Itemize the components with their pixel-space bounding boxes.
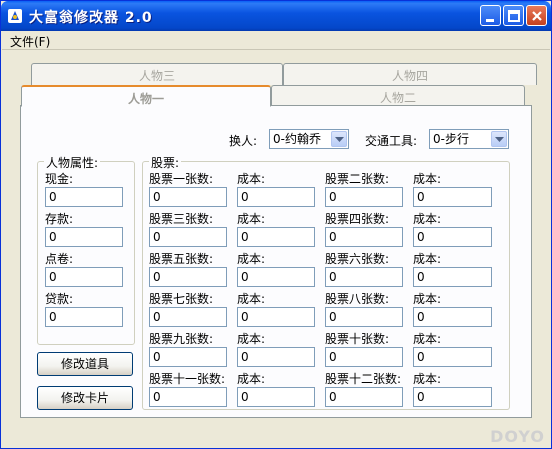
chevron-down-icon[interactable] <box>491 131 507 147</box>
points-input[interactable]: 0 <box>45 267 123 287</box>
stock-2-count-input[interactable]: 0 <box>325 187 403 207</box>
stock-1-cost-input[interactable]: 0 <box>237 187 315 207</box>
stock-3-count-input[interactable]: 0 <box>149 227 227 247</box>
vehicle-select[interactable]: 0-步行 <box>429 129 509 149</box>
window-title: 大富翁修改器 2.0 <box>29 10 153 26</box>
person-label: 换人: <box>229 134 258 148</box>
modify-items-button[interactable]: 修改道具 <box>37 352 133 376</box>
stock-5-count-input[interactable]: 0 <box>149 267 227 287</box>
stock-11-count-input[interactable]: 0 <box>149 387 227 407</box>
loan-label: 贷款: <box>45 292 74 306</box>
stock-6-count-input[interactable]: 0 <box>325 267 403 287</box>
stock-9-cost-input[interactable]: 0 <box>237 347 315 367</box>
tab-person-2[interactable]: 人物二 <box>271 85 525 106</box>
stock-6-label: 股票六张数: <box>325 252 390 266</box>
deposit-label: 存款: <box>45 212 74 226</box>
tab-person-4[interactable]: 人物四 <box>283 63 537 85</box>
person-select-value: 0-约翰乔 <box>273 132 321 146</box>
menu-file[interactable]: 文件(F) <box>10 33 50 50</box>
stock-8-label: 股票八张数: <box>325 292 390 306</box>
stock-8-cost-input[interactable]: 0 <box>413 307 492 327</box>
maximize-icon <box>508 10 520 22</box>
stock-10-count-input[interactable]: 0 <box>325 347 403 367</box>
deposit-input[interactable]: 0 <box>45 227 123 247</box>
stock-5-cost-label: 成本: <box>237 252 266 266</box>
stock-5-cost-input[interactable]: 0 <box>237 267 315 287</box>
close-icon <box>532 11 542 21</box>
stock-10-label: 股票十张数: <box>325 332 390 346</box>
person-select[interactable]: 0-约翰乔 <box>269 129 349 149</box>
attributes-title: 人物属性: <box>44 154 101 171</box>
stock-7-label: 股票七张数: <box>149 292 214 306</box>
chevron-down-icon[interactable] <box>331 131 347 147</box>
stock-6-cost-label: 成本: <box>413 252 442 266</box>
stock-7-cost-input[interactable]: 0 <box>237 307 315 327</box>
cash-input[interactable]: 0 <box>45 187 123 207</box>
menu-bar: 文件(F) <box>2 31 550 50</box>
stock-11-cost-label: 成本: <box>237 372 266 386</box>
points-label: 点卷: <box>45 252 74 266</box>
stock-4-count-input[interactable]: 0 <box>325 227 403 247</box>
stock-8-count-input[interactable]: 0 <box>325 307 403 327</box>
stock-9-count-input[interactable]: 0 <box>149 347 227 367</box>
tab-panel: 换人: 0-约翰乔 交通工具: 0-步行 人物属性: 现金: 0 存款: 0 点… <box>20 105 532 418</box>
tab-person-3[interactable]: 人物三 <box>31 63 283 85</box>
stock-9-cost-label: 成本: <box>237 332 266 346</box>
stock-9-label: 股票九张数: <box>149 332 214 346</box>
stock-11-label: 股票十一张数: <box>149 372 226 386</box>
stock-2-cost-input[interactable]: 0 <box>413 187 492 207</box>
stock-12-cost-input[interactable]: 0 <box>413 387 492 407</box>
stock-1-count-input[interactable]: 0 <box>149 187 227 207</box>
cash-label: 现金: <box>45 172 74 186</box>
stock-3-label: 股票三张数: <box>149 212 214 226</box>
title-bar[interactable]: 大富翁修改器 2.0 <box>1 1 551 31</box>
stock-3-cost-label: 成本: <box>237 212 266 226</box>
minimize-icon <box>486 19 494 22</box>
stock-12-cost-label: 成本: <box>413 372 442 386</box>
vehicle-select-value: 0-步行 <box>433 132 469 146</box>
stock-4-cost-label: 成本: <box>413 212 442 226</box>
app-icon <box>8 9 22 23</box>
attributes-group: 人物属性: 现金: 0 存款: 0 点卷: 0 贷款: 0 <box>37 154 135 345</box>
stock-7-cost-label: 成本: <box>237 292 266 306</box>
stock-11-cost-input[interactable]: 0 <box>237 387 315 407</box>
stocks-group: 股票: 股票一张数: 0 成本: 0 股票二张数: 0 成本: 0 股票三张数:… <box>142 154 510 410</box>
stock-12-label: 股票十二张数: <box>325 372 402 386</box>
loan-input[interactable]: 0 <box>45 307 123 327</box>
modify-cards-button[interactable]: 修改卡片 <box>37 386 133 410</box>
vehicle-label: 交通工具: <box>365 134 418 148</box>
close-button[interactable] <box>526 5 547 26</box>
stock-12-count-input[interactable]: 0 <box>325 387 403 407</box>
stock-3-cost-input[interactable]: 0 <box>237 227 315 247</box>
stock-8-cost-label: 成本: <box>413 292 442 306</box>
stock-7-count-input[interactable]: 0 <box>149 307 227 327</box>
tab-person-1[interactable]: 人物一 <box>21 85 271 107</box>
stock-10-cost-input[interactable]: 0 <box>413 347 492 367</box>
watermark: DOYO <box>490 427 545 446</box>
stock-1-label: 股票一张数: <box>149 172 214 186</box>
stock-6-cost-input[interactable]: 0 <box>413 267 492 287</box>
stocks-title: 股票: <box>149 154 182 171</box>
stock-1-cost-label: 成本: <box>237 172 266 186</box>
stock-2-label: 股票二张数: <box>325 172 390 186</box>
stock-4-label: 股票四张数: <box>325 212 390 226</box>
maximize-button[interactable] <box>503 5 524 26</box>
stock-10-cost-label: 成本: <box>413 332 442 346</box>
stock-5-label: 股票五张数: <box>149 252 214 266</box>
app-window: 大富翁修改器 2.0 文件(F) 人物三 人物四 人物二 换人: 0-约翰乔 交… <box>0 0 552 449</box>
minimize-button[interactable] <box>480 5 501 26</box>
stock-2-cost-label: 成本: <box>413 172 442 186</box>
stock-4-cost-input[interactable]: 0 <box>413 227 492 247</box>
